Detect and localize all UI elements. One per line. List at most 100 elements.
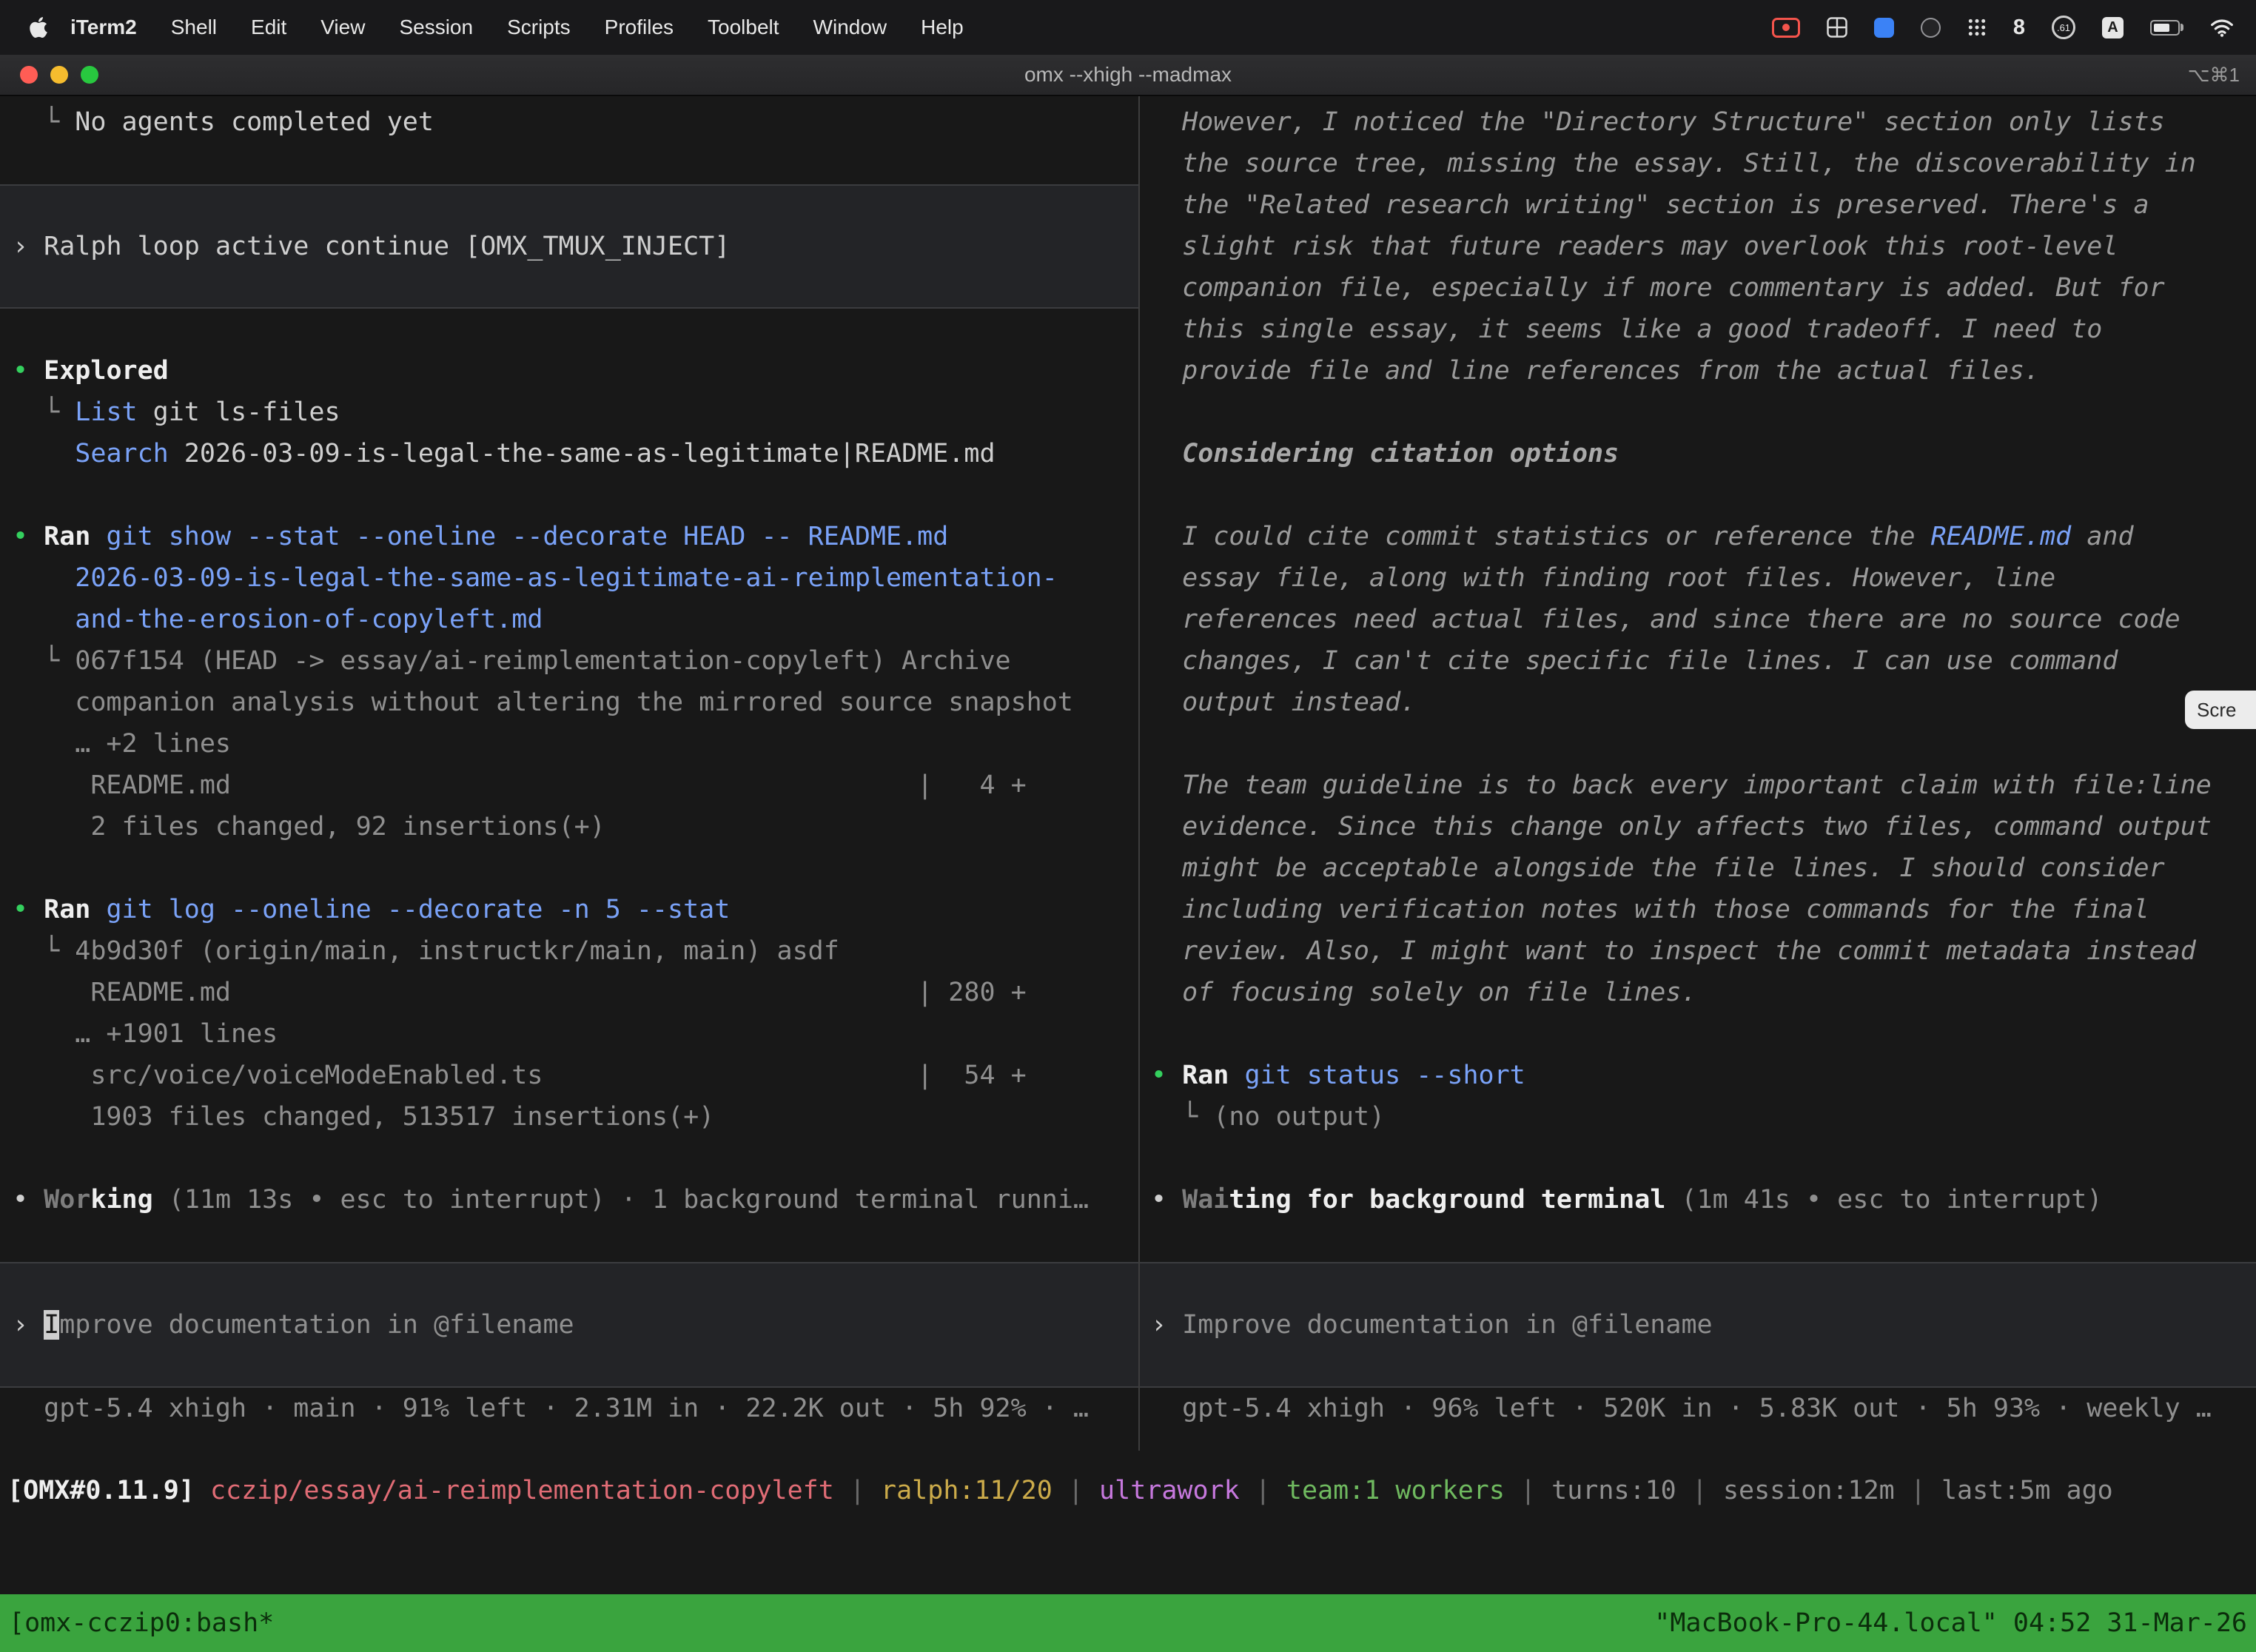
- text-segment: 4b9d30f (origin/main, instructkr/main, m…: [75, 936, 839, 966]
- text-segment: turns:10: [1551, 1476, 1676, 1505]
- battery-icon[interactable]: [2150, 20, 2183, 36]
- battery-fill: [2154, 24, 2169, 32]
- text-segment: gpt-5.4 xhigh · 96% left · 520K in · 5.8…: [1151, 1394, 2212, 1423]
- text-segment: gpt-5.4 xhigh · main · 91% left · 2.31M …: [13, 1394, 1089, 1423]
- terminal-line: └ 067f154 (HEAD -> essay/ai-reimplementa…: [0, 640, 1138, 682]
- text-segment: [OMX#0.11.9]: [7, 1476, 210, 1505]
- terminal-line: Considering citation options: [1140, 433, 2256, 474]
- zoom-window-button[interactable]: [81, 66, 98, 84]
- gauge-meter-icon[interactable]: .61: [2052, 16, 2075, 39]
- text-segment: └: [13, 646, 75, 676]
- terminal-line: • Waiting for background terminal (1m 41…: [1140, 1179, 2256, 1220]
- left-model-status-line: gpt-5.4 xhigh · main · 91% left · 2.31M …: [0, 1388, 1138, 1429]
- menu-item-iterm2[interactable]: iTerm2: [53, 16, 154, 39]
- terminal-line: the "Related research writing" section i…: [1140, 184, 2256, 226]
- terminal-line: Search 2026-03-09-is-legal-the-same-as-l…: [0, 433, 1138, 474]
- blue-app-icon[interactable]: [1874, 18, 1894, 38]
- text-segment: 1903 files changed, 513517 insertions(+): [13, 1102, 714, 1132]
- text-segment: |: [1676, 1476, 1723, 1505]
- text-segment: Search: [75, 439, 168, 469]
- text-segment: ralph:11/20: [881, 1476, 1053, 1505]
- dark-app-icon[interactable]: [1921, 18, 1941, 38]
- menu-item-edit[interactable]: Edit: [234, 16, 303, 39]
- text-segment: Considering citation options: [1151, 439, 1619, 469]
- terminal-line: └ 4b9d30f (origin/main, instructkr/main,…: [0, 930, 1138, 972]
- terminal-line: └ (no output): [1140, 1096, 2256, 1138]
- terminal-line: The team guideline is to back every impo…: [1140, 765, 2256, 806]
- text-segment: └: [1151, 1102, 1213, 1132]
- text-segment: this single essay, it seems like a good …: [1151, 315, 2102, 344]
- terminal-line: README.md | 4 +: [0, 765, 1138, 806]
- text-segment: slight risk that future readers may over…: [1151, 232, 2118, 261]
- text-segment: output instead.: [1151, 688, 1416, 717]
- text-segment: |: [1053, 1476, 1099, 1505]
- text-segment: Explored: [44, 356, 169, 386]
- terminal-line: … +2 lines: [0, 723, 1138, 765]
- text-segment: README.md | 280 +: [13, 978, 1027, 1007]
- terminal-line: review. Also, I might want to inspect th…: [1140, 930, 2256, 972]
- text-segment: |: [1895, 1476, 1941, 1505]
- text-segment: README.md | 4 +: [13, 770, 1027, 800]
- menu-item-window[interactable]: Window: [796, 16, 904, 39]
- terminal-line: 2026-03-09-is-legal-the-same-as-legitima…: [0, 557, 1138, 599]
- right-terminal-pane: However, I noticed the "Directory Struct…: [1140, 96, 2256, 1451]
- text-segment: README.md: [1931, 522, 2072, 551]
- text-segment: the "Related research writing" section i…: [1151, 190, 2149, 220]
- menu-item-scripts[interactable]: Scripts: [490, 16, 588, 39]
- text-segment: [13, 563, 75, 593]
- terminal-line: [0, 474, 1138, 516]
- right-prompt-input[interactable]: › Improve documentation in @filename: [1140, 1262, 2256, 1388]
- window-title: omx --xhigh --madmax: [0, 63, 2256, 87]
- text-segment: |: [1505, 1476, 1551, 1505]
- text-segment: No agents completed yet: [75, 107, 434, 137]
- text-segment: 2 files changed, 92 insertions(+): [13, 812, 605, 842]
- terminal-line: essay file, along with finding root file…: [1140, 557, 2256, 599]
- terminal-line: companion file, especially if more comme…: [1140, 267, 2256, 309]
- input-source-icon[interactable]: A: [2102, 17, 2124, 38]
- text-segment: Ran: [44, 895, 90, 924]
- text-segment: •: [1151, 1061, 1182, 1090]
- terminal-line: • Ran git status --short: [1140, 1055, 2256, 1096]
- text-segment: Ralph loop active continue [OMX_TMUX_INJ…: [44, 232, 730, 261]
- screen-chip-button[interactable]: Scre: [2185, 691, 2256, 729]
- text-segment: king: [90, 1185, 152, 1215]
- terminal-line: • Explored: [0, 350, 1138, 392]
- close-window-button[interactable]: [20, 66, 38, 84]
- terminal-line: 2 files changed, 92 insertions(+): [0, 806, 1138, 847]
- text-segment: and: [2071, 522, 2133, 551]
- menu-item-profiles[interactable]: Profiles: [588, 16, 691, 39]
- text-segment: including verification notes with those …: [1151, 895, 2149, 924]
- menu-item-shell[interactable]: Shell: [154, 16, 234, 39]
- menu-item-session[interactable]: Session: [382, 16, 490, 39]
- blank-line: [0, 143, 1138, 184]
- screen-recording-indicator-icon[interactable]: [1772, 18, 1800, 38]
- text-segment: the source tree, missing the essay. Stil…: [1151, 149, 2196, 178]
- number-badge-icon[interactable]: 8: [2013, 16, 2025, 40]
- tmux-host-clock-label: "MacBook-Pro-44.local" 04:52 31-Mar-26: [1654, 1608, 2247, 1638]
- text-segment: •: [13, 522, 44, 551]
- wifi-icon[interactable]: [2210, 18, 2234, 38]
- macos-menu-bar: iTerm2ShellEditViewSessionScriptsProfile…: [0, 0, 2256, 55]
- terminal-line: references need actual files, and since …: [1140, 599, 2256, 640]
- traffic-lights: [20, 66, 98, 84]
- text-segment: mprove documentation in @filename: [59, 1310, 574, 1340]
- text-segment: Wai: [1182, 1185, 1229, 1215]
- menu-item-help[interactable]: Help: [904, 16, 981, 39]
- text-segment: git show --stat --oneline --decorate HEA…: [90, 522, 948, 551]
- terminal-line: • Ran git log --oneline --decorate -n 5 …: [0, 889, 1138, 930]
- text-segment: git log --oneline --decorate -n 5 --stat: [90, 895, 730, 924]
- terminal-line: [1140, 474, 2256, 516]
- text-segment: cczip/essay/ai-reimplementation-copyleft: [210, 1476, 834, 1505]
- text-segment: └: [13, 397, 75, 427]
- menu-item-toolbelt[interactable]: Toolbelt: [691, 16, 796, 39]
- window-tiling-icon[interactable]: [1827, 17, 1847, 38]
- dots-grid-icon[interactable]: [1967, 18, 1987, 37]
- text-segment: changes, I can't cite specific file line…: [1151, 646, 2118, 676]
- terminal-line: [1140, 392, 2256, 433]
- blank-line: [1140, 1220, 2256, 1262]
- menu-item-view[interactable]: View: [303, 16, 382, 39]
- apple-menu-icon[interactable]: [30, 16, 47, 39]
- left-prompt-input[interactable]: › Improve documentation in @filename: [0, 1262, 1138, 1388]
- text-segment: •: [1151, 1185, 1182, 1215]
- minimize-window-button[interactable]: [50, 66, 68, 84]
